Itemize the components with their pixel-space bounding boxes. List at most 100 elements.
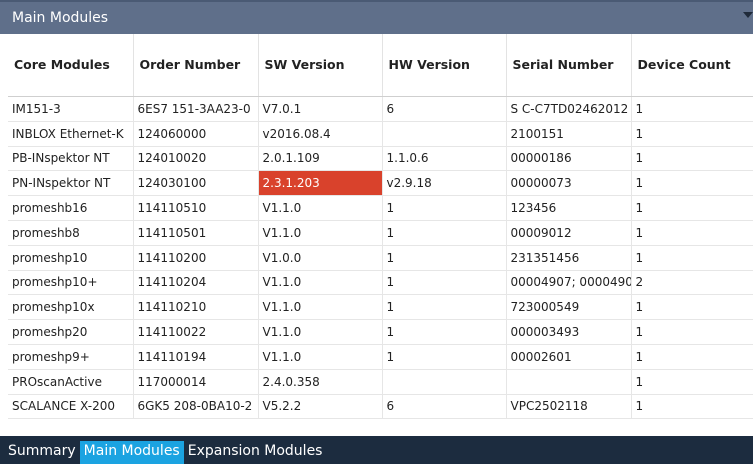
column-header-device-count[interactable]: Device Count bbox=[631, 34, 753, 97]
table-cell: INBLOX Ethernet-K bbox=[8, 121, 134, 147]
table-cell bbox=[382, 121, 507, 147]
table-row[interactable]: promeshb16 114110510 V1.1.0 1 123456 1 bbox=[8, 195, 753, 221]
column-header-sw-version[interactable]: SW Version bbox=[258, 34, 383, 97]
table-cell: 00009012 bbox=[506, 220, 632, 246]
table-cell: 1 bbox=[631, 220, 753, 246]
table-cell: V1.0.0 bbox=[258, 245, 383, 271]
table-cell: promeshb8 bbox=[8, 220, 134, 246]
table-cell bbox=[506, 369, 632, 395]
column-header-core-modules[interactable]: Core Modules bbox=[8, 34, 134, 97]
table-cell: PB-INspektor NT bbox=[8, 146, 134, 172]
table-cell: 1 bbox=[382, 245, 507, 271]
table-cell: 00000186 bbox=[506, 146, 632, 172]
table-cell: 1 bbox=[631, 146, 753, 172]
table-cell: 1 bbox=[631, 369, 753, 395]
panel-title: Main Modules bbox=[12, 10, 109, 26]
column-header-hw-version[interactable]: HW Version bbox=[382, 34, 507, 97]
table-row[interactable]: promeshb8 114110501 V1.1.0 1 00009012 1 bbox=[8, 220, 753, 246]
table-cell: 1 bbox=[382, 344, 507, 370]
table-cell: 124060000 bbox=[133, 121, 259, 147]
table-cell: 1 bbox=[382, 270, 507, 296]
bottom-tab-bar: Summary Main Modules Expansion Modules bbox=[0, 436, 753, 464]
table-cell: 00004907; 0000490 bbox=[506, 270, 632, 296]
table-cell: 6ES7 151-3AA23-0 bbox=[133, 96, 259, 122]
table-cell: promeshp10+ bbox=[8, 270, 134, 296]
table-cell: promeshp9+ bbox=[8, 344, 134, 370]
table-cell: V1.1.0 bbox=[258, 195, 383, 221]
table-cell: 123456 bbox=[506, 195, 632, 221]
table-cell: V5.2.2 bbox=[258, 394, 383, 420]
table-cell: 124010020 bbox=[133, 146, 259, 172]
table-row[interactable]: IM151-3 6ES7 151-3AA23-0 V7.0.1 6 S C-C7TD02… bbox=[8, 96, 753, 122]
table-cell: 2.0.1.109 bbox=[258, 146, 383, 172]
table-cell: 2100151 bbox=[506, 121, 632, 147]
table-cell: 114110022 bbox=[133, 319, 259, 345]
table-cell: V1.1.0 bbox=[258, 270, 383, 296]
tab-main-modules[interactable]: Main Modules bbox=[79, 441, 184, 464]
table-cell: promeshb16 bbox=[8, 195, 134, 221]
table-cell: 114110501 bbox=[133, 220, 259, 246]
table-cell: promeshp10x bbox=[8, 294, 134, 321]
table-row[interactable]: promeshp20 114110022 V1.1.0 1 000003493 1 bbox=[8, 319, 753, 345]
table-cell: 6 bbox=[382, 96, 507, 122]
table-row[interactable]: SCALANCE X-200 6GK5 208-0BA10-2 V5.2.2 6 VPC… bbox=[8, 394, 753, 420]
table-cell bbox=[382, 369, 507, 395]
table-cell: 1 bbox=[631, 344, 753, 370]
table-cell: 1 bbox=[382, 220, 507, 246]
table-cell: PROscanActive bbox=[8, 369, 134, 395]
table-cell: 00000073 bbox=[506, 170, 632, 197]
table-cell: 1 bbox=[382, 294, 507, 321]
table-cell: 1 bbox=[631, 96, 753, 122]
table-cell: 6 bbox=[382, 394, 507, 420]
table-cell: 231351456 bbox=[506, 245, 632, 271]
table-cell: 00002601 bbox=[506, 344, 632, 370]
modules-table: Core Modules Order Number SW Version HW … bbox=[8, 34, 753, 420]
table-row[interactable]: promeshp10x 114110210 V1.1.0 1 723000549 1 bbox=[8, 294, 753, 321]
table-cell: promeshp20 bbox=[8, 319, 134, 345]
table-cell: IM151-3 bbox=[8, 96, 134, 122]
table-cell: 114110200 bbox=[133, 245, 259, 271]
tab-expansion-modules[interactable]: Expansion Modules bbox=[184, 441, 327, 464]
dropdown-arrow-icon[interactable] bbox=[743, 12, 753, 18]
table-cell: 2.3.1.203 bbox=[258, 170, 383, 197]
table-cell: v2016.08.4 bbox=[258, 121, 383, 147]
table-row[interactable]: promeshp10+ 114110204 V1.1.0 1 00004907; 000… bbox=[8, 270, 753, 296]
table-cell: S C-C7TD02462012 bbox=[506, 96, 632, 122]
table-cell: v2.9.18 bbox=[382, 170, 507, 197]
table-row[interactable]: promeshp10 114110200 V1.0.0 1 231351456 1 bbox=[8, 245, 753, 271]
table-cell: V1.1.0 bbox=[258, 294, 383, 321]
table-cell: 117000014 bbox=[133, 369, 259, 395]
table-header-row: Core Modules Order Number SW Version HW … bbox=[8, 34, 753, 97]
table-cell: 000003493 bbox=[506, 319, 632, 345]
column-header-order-number[interactable]: Order Number bbox=[133, 34, 259, 97]
table-cell: 2 bbox=[631, 270, 753, 296]
column-header-serial-number[interactable]: Serial Number bbox=[506, 34, 632, 97]
tab-summary[interactable]: Summary bbox=[0, 441, 80, 464]
table-row[interactable]: INBLOX Ethernet-K 124060000 v2016.08.4 2100… bbox=[8, 121, 753, 147]
table-cell: V1.1.0 bbox=[258, 319, 383, 345]
table-cell: 114110194 bbox=[133, 344, 259, 370]
table-cell: 6GK5 208-0BA10-2 bbox=[133, 394, 259, 420]
table-cell: V1.1.0 bbox=[258, 344, 383, 370]
table-cell: 1 bbox=[382, 195, 507, 221]
table-cell: 2.4.0.358 bbox=[258, 369, 383, 395]
table-cell: PN-INspektor NT bbox=[8, 170, 134, 197]
table-cell: 1.1.0.6 bbox=[382, 146, 507, 172]
table-body: IM151-3 6ES7 151-3AA23-0 V7.0.1 6 S C-C7TD02… bbox=[8, 96, 753, 420]
table-cell: 1 bbox=[631, 170, 753, 197]
table-cell: V7.0.1 bbox=[258, 96, 383, 122]
table-row[interactable]: promeshp9+ 114110194 V1.1.0 1 00002601 1 bbox=[8, 344, 753, 370]
table-row[interactable]: PB-INspektor NT 124010020 2.0.1.109 1.1.0.6… bbox=[8, 146, 753, 172]
table-row[interactable]: PROscanActive 117000014 2.4.0.358 1 bbox=[8, 369, 753, 395]
table-cell: 723000549 bbox=[506, 294, 632, 321]
table-cell: VPC2502118 bbox=[506, 394, 632, 420]
table-cell: 114110210 bbox=[133, 294, 259, 321]
table-cell: 1 bbox=[631, 394, 753, 420]
table-cell: 1 bbox=[631, 121, 753, 147]
table-cell: 114110510 bbox=[133, 195, 259, 221]
table-cell: V1.1.0 bbox=[258, 220, 383, 246]
table-row[interactable]: PN-INspektor NT 124030100 2.3.1.203 v2.9.18… bbox=[8, 170, 753, 197]
table-cell: 1 bbox=[631, 245, 753, 271]
main-modules-panel: Main Modules Core Modules Order Number S… bbox=[0, 0, 753, 464]
table-cell: 124030100 bbox=[133, 170, 259, 197]
